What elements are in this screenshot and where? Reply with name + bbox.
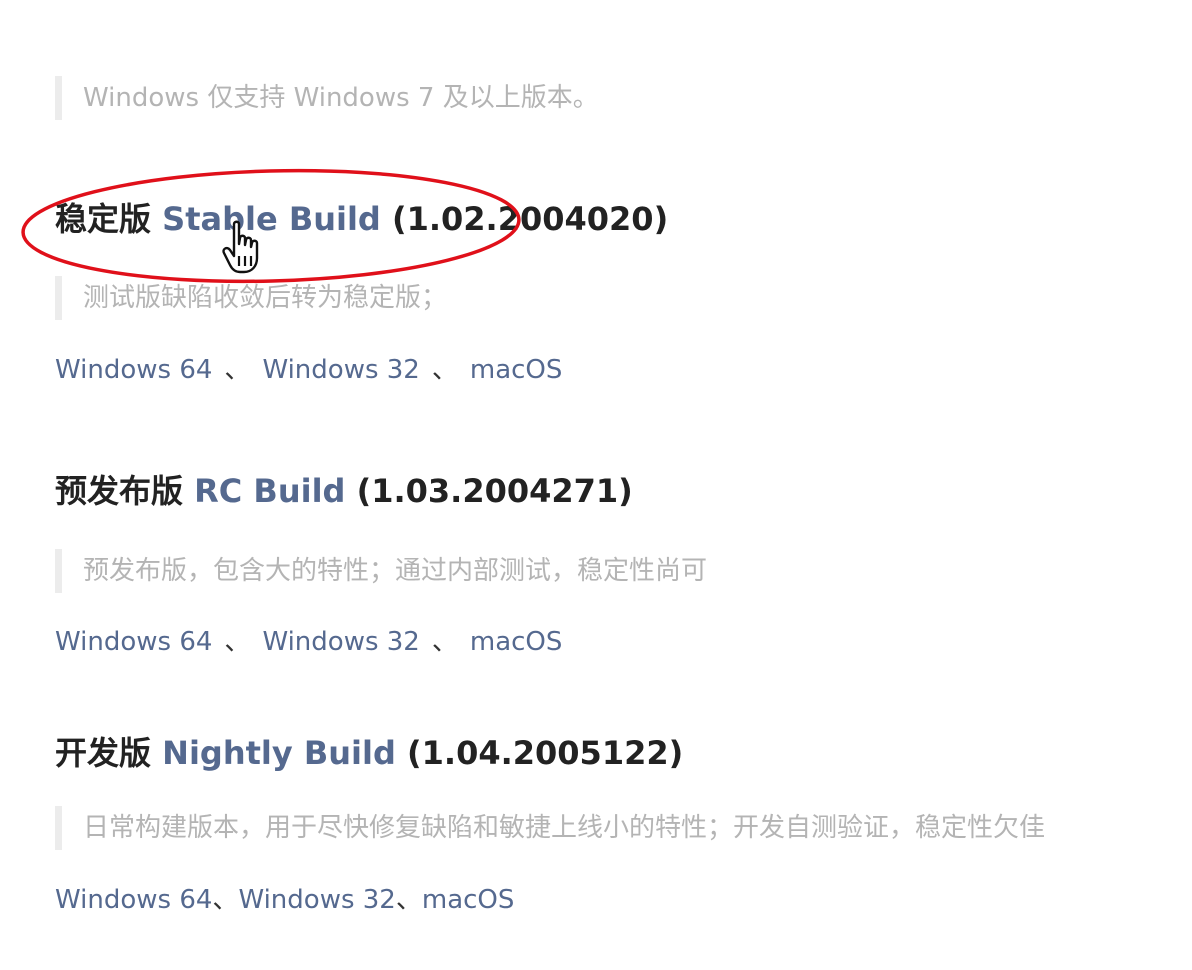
nightly-build-link[interactable]: Nightly Build <box>162 734 396 772</box>
windows-support-note: Windows 仅支持 Windows 7 及以上版本。 <box>55 76 599 120</box>
rc-build-link[interactable]: RC Build <box>194 472 345 510</box>
stable-windows32-link[interactable]: Windows 32 <box>262 355 419 385</box>
separator: 、 <box>224 627 251 657</box>
rc-build-description-text: 预发布版，包含大的特性；通过内部测试，稳定性尚可 <box>83 556 708 586</box>
separator: 、 <box>431 355 458 385</box>
nightly-build-description-text: 日常构建版本，用于尽快修复缺陷和敏捷上线小的特性；开发自测验证，稳定性欠佳 <box>83 813 1046 843</box>
nightly-build-description: 日常构建版本，用于尽快修复缺陷和敏捷上线小的特性；开发自测验证，稳定性欠佳 <box>55 806 1045 850</box>
nightly-build-downloads: Windows 64、Windows 32、macOS <box>55 880 514 920</box>
stable-build-downloads: Windows 64 、 Windows 32 、 macOS <box>55 350 562 390</box>
rc-windows32-link[interactable]: Windows 32 <box>262 627 419 657</box>
nightly-macos-link[interactable]: macOS <box>422 885 515 915</box>
stable-build-heading: 稳定版 Stable Build (1.02.2004020) <box>55 197 668 241</box>
windows-support-note-text: Windows 仅支持 Windows 7 及以上版本。 <box>83 83 599 113</box>
nightly-build-heading: 开发版 Nightly Build (1.04.2005122) <box>55 731 683 775</box>
stable-build-link[interactable]: Stable Build <box>162 200 381 238</box>
stable-build-description-text: 测试版缺陷收敛后转为稳定版； <box>83 283 448 313</box>
nightly-windows32-link[interactable]: Windows 32 <box>238 885 395 915</box>
separator: 、 <box>395 885 422 915</box>
nightly-windows64-link[interactable]: Windows 64 <box>55 885 212 915</box>
rc-macos-link[interactable]: macOS <box>470 627 563 657</box>
nightly-build-prefix: 开发版 <box>55 734 152 772</box>
rc-build-version: (1.03.2004271) <box>356 472 633 510</box>
separator: 、 <box>212 885 239 915</box>
stable-build-prefix: 稳定版 <box>55 200 152 238</box>
download-page: Windows 仅支持 Windows 7 及以上版本。 稳定版 Stable … <box>0 0 1192 970</box>
rc-windows64-link[interactable]: Windows 64 <box>55 627 212 657</box>
separator: 、 <box>224 355 251 385</box>
nightly-build-version: (1.04.2005122) <box>407 734 684 772</box>
stable-build-version: (1.02.2004020) <box>391 200 669 238</box>
rc-build-prefix: 预发布版 <box>55 472 184 510</box>
stable-macos-link[interactable]: macOS <box>470 355 563 385</box>
rc-build-downloads: Windows 64 、 Windows 32 、 macOS <box>55 622 562 662</box>
separator: 、 <box>431 627 458 657</box>
stable-build-description: 测试版缺陷收敛后转为稳定版； <box>55 276 447 320</box>
rc-build-heading: 预发布版 RC Build (1.03.2004271) <box>55 469 633 513</box>
stable-windows64-link[interactable]: Windows 64 <box>55 355 212 385</box>
rc-build-description: 预发布版，包含大的特性；通过内部测试，稳定性尚可 <box>55 549 707 593</box>
